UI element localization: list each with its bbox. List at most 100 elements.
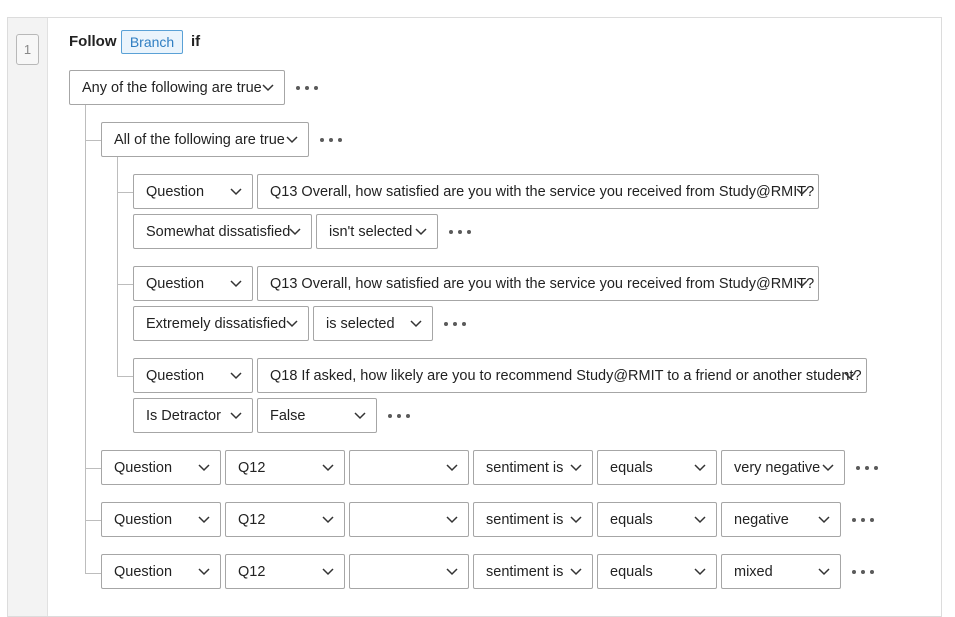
chevron-down-icon — [694, 464, 706, 472]
operator-label: False — [270, 407, 306, 424]
question-dropdown[interactable]: Q13 Overall, how satisfied are you with … — [257, 266, 819, 301]
condition-type-dropdown[interactable]: Question — [101, 502, 221, 537]
tree-line — [117, 157, 118, 377]
value-label: mixed — [734, 563, 773, 580]
question-dropdown[interactable]: Q12 — [225, 554, 345, 589]
chevron-down-icon — [818, 516, 830, 524]
question-label: Q12 — [238, 459, 266, 476]
condition-type-dropdown[interactable]: Question — [101, 450, 221, 485]
metric-dropdown[interactable]: sentiment is — [473, 502, 593, 537]
chevron-down-icon — [570, 568, 582, 576]
chevron-down-icon — [415, 228, 427, 236]
chevron-down-icon — [570, 516, 582, 524]
operator-label: is selected — [326, 315, 395, 332]
field-dropdown[interactable] — [349, 502, 469, 537]
operator-label: isn't selected — [329, 223, 413, 240]
all-group-dropdown[interactable]: All of the following are true — [101, 122, 309, 157]
question-dropdown[interactable]: Q12 — [225, 450, 345, 485]
all-group-label: All of the following are true — [114, 131, 285, 148]
chevron-down-icon — [198, 568, 210, 576]
condition-type-dropdown[interactable]: Question — [133, 266, 253, 301]
operator-label: equals — [610, 563, 653, 580]
value-label: negative — [734, 511, 789, 528]
chevron-down-icon — [286, 320, 298, 328]
condition-type-label: Question — [114, 459, 173, 476]
condition-type-label: Question — [114, 511, 173, 528]
any-group-dropdown[interactable]: Any of the following are true — [69, 70, 285, 105]
question-dropdown[interactable]: Q18 If asked, how likely are you to reco… — [257, 358, 867, 393]
chevron-down-icon — [230, 372, 242, 380]
chevron-down-icon — [322, 568, 334, 576]
chevron-down-icon — [286, 136, 298, 144]
field-dropdown[interactable] — [349, 450, 469, 485]
metric-dropdown[interactable]: sentiment is — [473, 450, 593, 485]
more-options-icon[interactable] — [852, 565, 874, 579]
question-dropdown[interactable]: Q13 Overall, how satisfied are you with … — [257, 174, 819, 209]
chevron-down-icon — [694, 568, 706, 576]
more-options-icon[interactable] — [449, 225, 471, 239]
condition-type-dropdown[interactable]: Question — [133, 174, 253, 209]
choice-label: Somewhat dissatisfied — [146, 223, 291, 240]
chevron-down-icon — [844, 372, 856, 380]
chevron-down-icon — [322, 464, 334, 472]
more-options-icon[interactable] — [852, 513, 874, 527]
block-number: 1 — [16, 34, 39, 65]
chevron-down-icon — [198, 516, 210, 524]
any-group-label: Any of the following are true — [82, 79, 262, 96]
value-dropdown[interactable]: negative — [721, 502, 841, 537]
chevron-down-icon — [198, 464, 210, 472]
operator-label: equals — [610, 459, 653, 476]
tree-line — [85, 520, 101, 521]
more-options-icon[interactable] — [320, 133, 342, 147]
choice-dropdown[interactable]: Is Detractor — [133, 398, 253, 433]
tree-line — [85, 468, 101, 469]
operator-dropdown[interactable]: equals — [597, 502, 717, 537]
condition-type-label: Question — [146, 367, 205, 384]
field-dropdown[interactable] — [349, 554, 469, 589]
operator-dropdown[interactable]: False — [257, 398, 377, 433]
chevron-down-icon — [694, 516, 706, 524]
more-options-icon[interactable] — [444, 317, 466, 331]
condition-type-label: Question — [114, 563, 173, 580]
metric-dropdown[interactable]: sentiment is — [473, 554, 593, 589]
follow-label: Follow — [69, 33, 117, 50]
value-dropdown[interactable]: very negative — [721, 450, 845, 485]
tree-line — [117, 376, 133, 377]
chevron-down-icon — [570, 464, 582, 472]
choice-dropdown[interactable]: Extremely dissatisfied — [133, 306, 309, 341]
value-dropdown[interactable]: mixed — [721, 554, 841, 589]
condition-type-dropdown[interactable]: Question — [101, 554, 221, 589]
metric-label: sentiment is — [486, 459, 564, 476]
chevron-down-icon — [262, 84, 274, 92]
chevron-down-icon — [446, 516, 458, 524]
branch-tag[interactable]: Branch — [121, 30, 183, 54]
more-options-icon[interactable] — [388, 409, 410, 423]
chevron-down-icon — [818, 568, 830, 576]
chevron-down-icon — [446, 568, 458, 576]
condition-type-label: Question — [146, 275, 205, 292]
condition-type-dropdown[interactable]: Question — [133, 358, 253, 393]
chevron-down-icon — [230, 412, 242, 420]
operator-dropdown[interactable]: isn't selected — [316, 214, 438, 249]
chevron-down-icon — [796, 280, 808, 288]
tree-line — [85, 573, 101, 574]
tree-line — [85, 140, 101, 141]
more-options-icon[interactable] — [296, 81, 318, 95]
question-label: Q12 — [238, 563, 266, 580]
chevron-down-icon — [796, 188, 808, 196]
more-options-icon[interactable] — [856, 461, 878, 475]
question-dropdown[interactable]: Q12 — [225, 502, 345, 537]
choice-label: Extremely dissatisfied — [146, 315, 287, 332]
tree-line — [85, 105, 86, 574]
tree-line — [117, 192, 133, 193]
operator-dropdown[interactable]: is selected — [313, 306, 433, 341]
chevron-down-icon — [354, 412, 366, 420]
branch-logic-editor: 1 Follow Branch if Any of the following … — [0, 0, 955, 617]
operator-dropdown[interactable]: equals — [597, 450, 717, 485]
question-label: Q13 Overall, how satisfied are you with … — [270, 183, 815, 200]
choice-dropdown[interactable]: Somewhat dissatisfied — [133, 214, 312, 249]
operator-dropdown[interactable]: equals — [597, 554, 717, 589]
chevron-down-icon — [322, 516, 334, 524]
question-label: Q12 — [238, 511, 266, 528]
question-label: Q18 If asked, how likely are you to reco… — [270, 367, 862, 384]
